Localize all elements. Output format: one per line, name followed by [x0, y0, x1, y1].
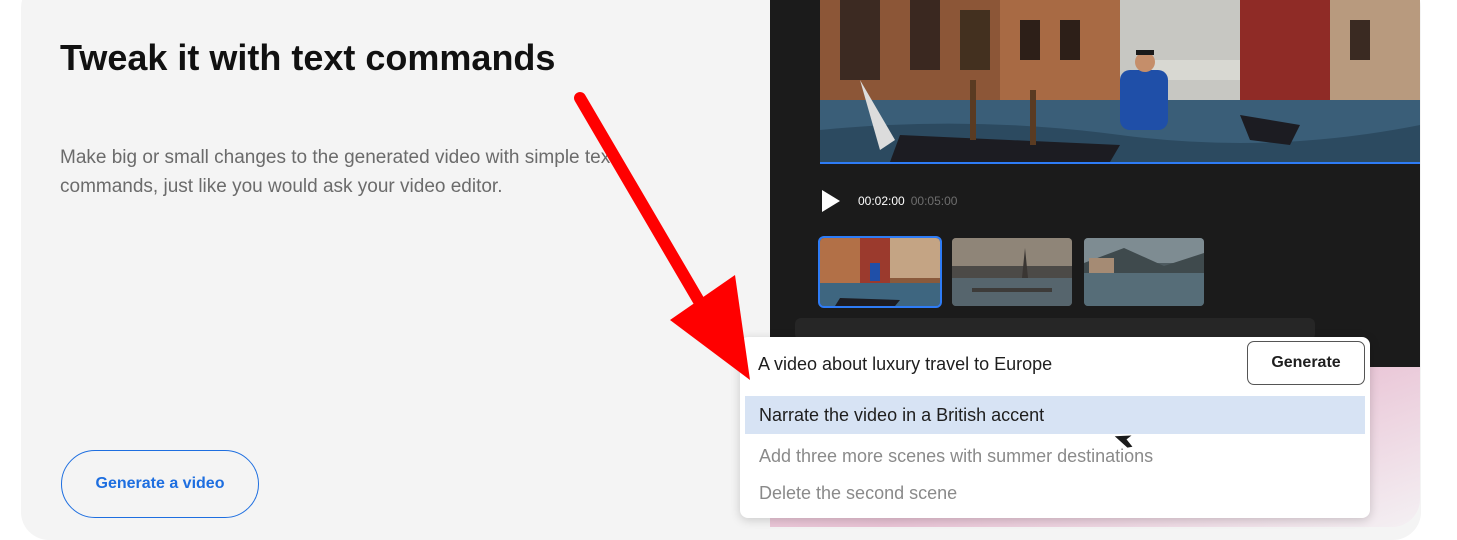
player-controls: 00:02:00 00:05:00 [820, 186, 957, 216]
scene-thumbnail-paris[interactable] [952, 238, 1072, 306]
total-time: 00:05:00 [910, 194, 958, 208]
page-title: Tweak it with text commands [60, 37, 556, 78]
scene-thumbnail-venice[interactable] [818, 236, 942, 308]
current-time: 00:02:00 [858, 194, 905, 208]
generate-video-button[interactable]: Generate a video [61, 450, 259, 518]
annotation-arrow-icon [574, 92, 750, 380]
video-preview[interactable] [820, 0, 1420, 164]
mouse-cursor-icon [1114, 435, 1133, 448]
suggestion-item[interactable]: Narrate the video in a British accent [745, 396, 1365, 434]
suggestion-item[interactable]: Delete the second scene [745, 474, 1365, 512]
prompt-input[interactable]: A video about luxury travel to Europe [758, 352, 1228, 376]
prompt-dropdown: A video about luxury travel to Europe Ge… [740, 337, 1370, 518]
scene-thumbnail-lake[interactable] [1084, 238, 1204, 306]
feature-description: Make big or small changes to the generat… [60, 147, 616, 197]
suggestion-item[interactable]: Add three more scenes with summer destin… [745, 437, 1365, 475]
prompt-generate-button[interactable]: Generate [1247, 341, 1365, 385]
play-icon[interactable] [820, 188, 842, 214]
